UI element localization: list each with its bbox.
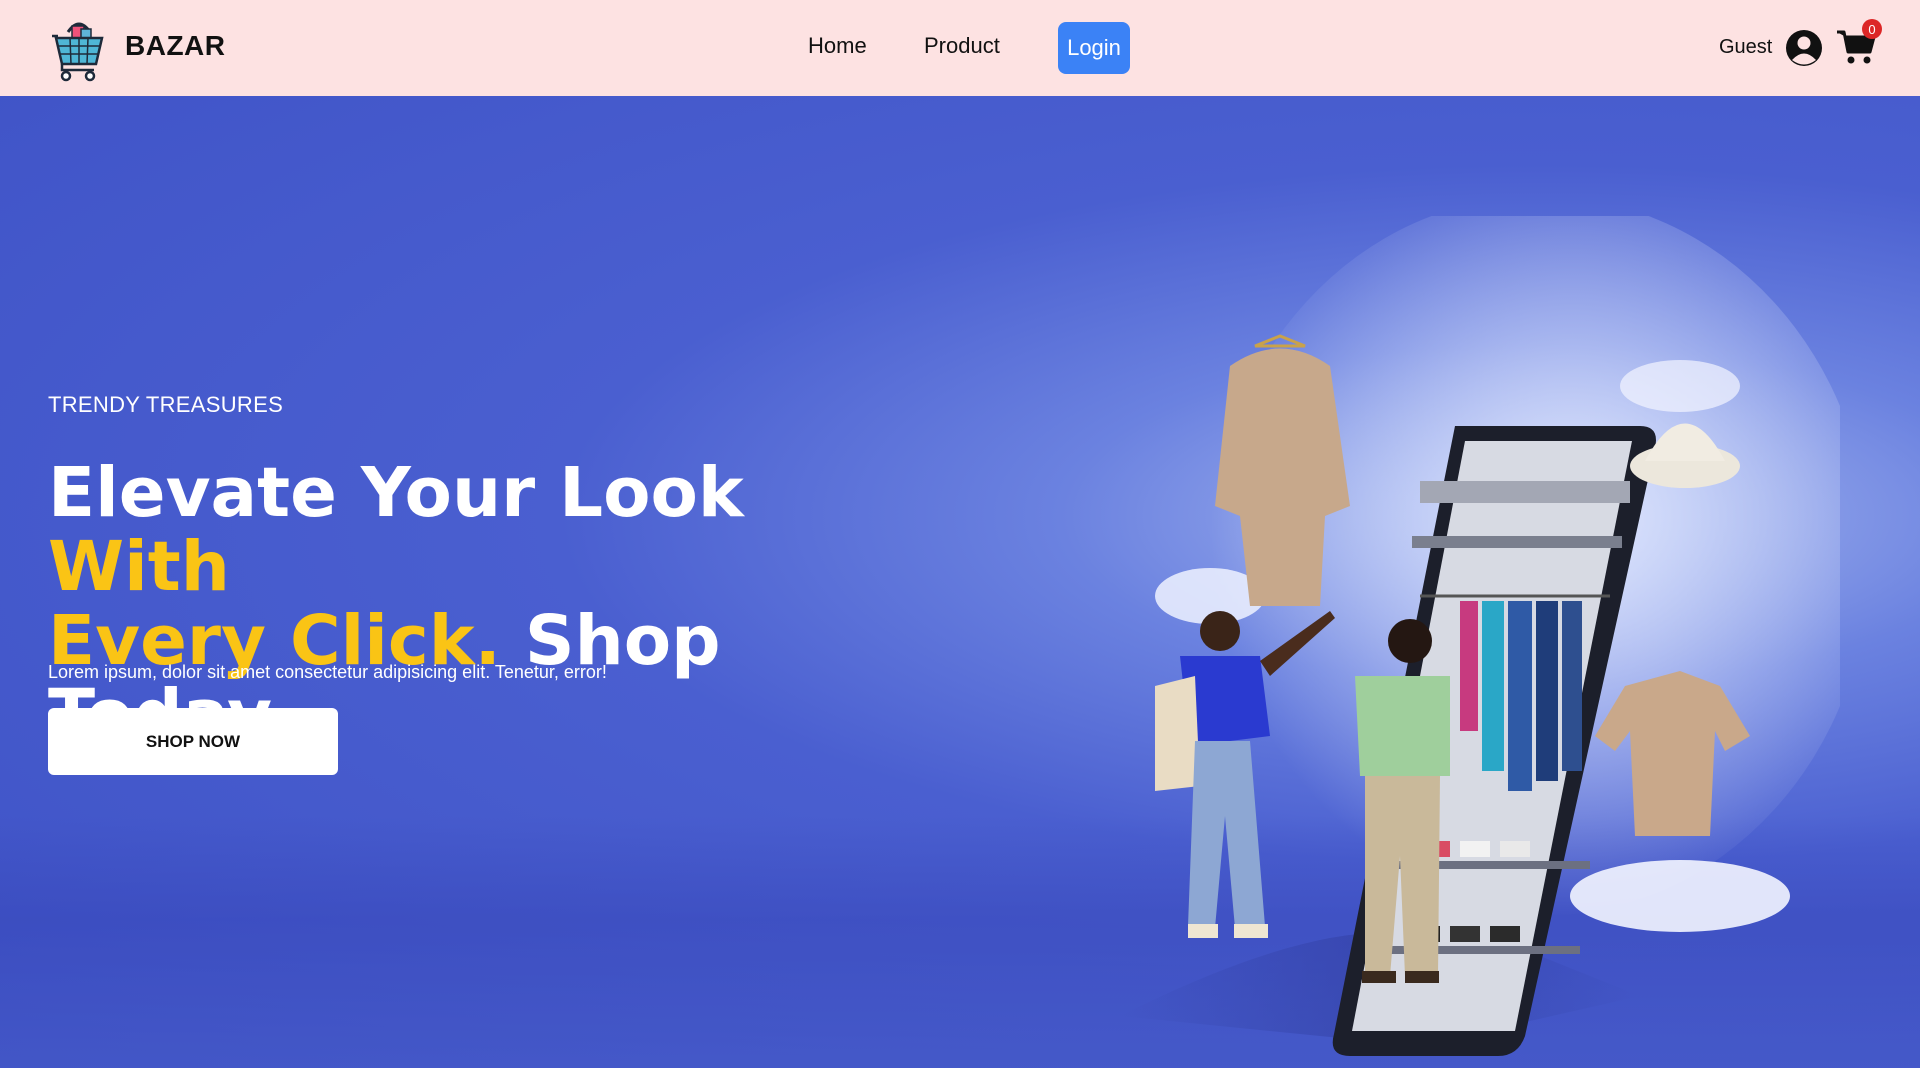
headline-part-1: Elevate Your Look xyxy=(48,453,744,533)
page-bottom-edge xyxy=(0,1068,1920,1080)
brand-name[interactable]: BAZAR xyxy=(125,30,226,62)
headline-accent-with: With xyxy=(48,527,230,607)
login-button[interactable]: Login xyxy=(1058,22,1130,74)
hero-eyebrow: TRENDY TREASURES xyxy=(48,392,284,417)
navbar: BAZAR Home Product Login Guest 0 xyxy=(0,0,1920,96)
user-circle-icon[interactable] xyxy=(1785,29,1823,67)
shopping-basket-icon[interactable] xyxy=(50,14,108,82)
shop-now-button[interactable]: SHOP NOW xyxy=(48,708,338,775)
hero-shopping-illustration xyxy=(1120,216,1840,1056)
user-name-label: Guest xyxy=(1719,36,1773,58)
hero-subtext: Lorem ipsum, dolor sit amet consectetur … xyxy=(48,662,607,682)
nav-link-home[interactable]: Home xyxy=(808,33,867,59)
nav-link-product[interactable]: Product xyxy=(924,33,1000,59)
cart-count-badge: 0 xyxy=(1862,19,1882,39)
hero-banner: TRENDY TREASURES Elevate Your Look With E… xyxy=(0,96,1920,1068)
